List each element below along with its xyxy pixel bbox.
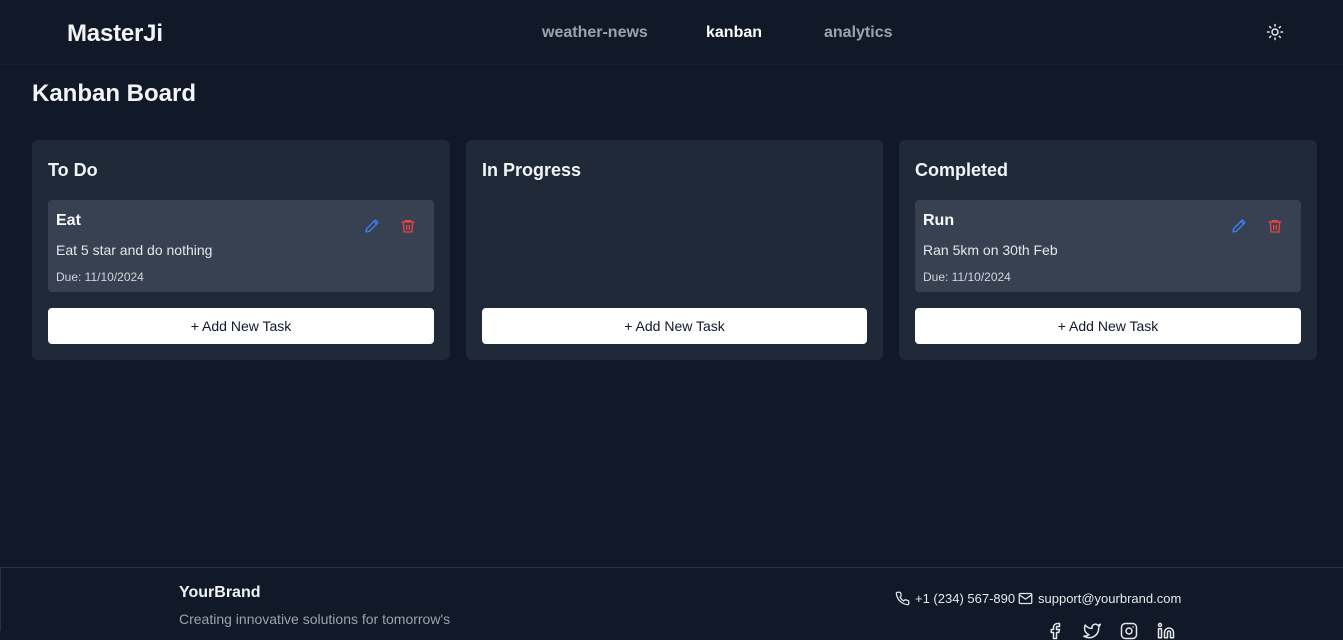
column-completed: Completed Run Ran 5km on 30th Feb Due: 1… (899, 140, 1317, 360)
pencil-icon (1232, 219, 1246, 233)
top-navbar: MasterJi weather-news kanban analytics (0, 0, 1343, 65)
phone-number: +1 (234) 567-890 (915, 591, 1016, 606)
linkedin-icon[interactable] (1157, 622, 1175, 640)
task-due-date: Due: 11/10/2024 (56, 270, 144, 284)
site-footer: YourBrand Creating innovative solutions … (0, 567, 1343, 640)
edit-task-button[interactable] (1229, 216, 1249, 236)
add-task-button[interactable]: + Add New Task (482, 308, 867, 344)
social-links (1046, 622, 1175, 640)
footer-email[interactable]: support@yourbrand.com (1018, 591, 1181, 606)
twitter-icon[interactable] (1083, 622, 1101, 640)
footer-phone[interactable]: +1 (234) 567-890 (895, 591, 1015, 606)
column-todo: To Do Eat Eat 5 star and do nothing Due:… (32, 140, 450, 360)
sun-icon (1266, 23, 1284, 41)
email-address: support@yourbrand.com (1038, 591, 1182, 606)
column-title: In Progress (482, 160, 582, 180)
nav-link-weather-news[interactable]: weather-news (542, 24, 648, 42)
facebook-icon[interactable] (1046, 622, 1064, 640)
main-nav: weather-news kanban analytics (0, 24, 1343, 44)
delete-task-button[interactable] (398, 216, 418, 236)
task-description: Eat 5 star and do nothing (56, 242, 213, 258)
add-task-button[interactable]: + Add New Task (915, 308, 1301, 344)
instagram-icon[interactable] (1120, 622, 1138, 640)
phone-icon (895, 591, 910, 606)
mail-icon (1018, 592, 1033, 605)
task-description: Ran 5km on 30th Feb (923, 242, 1058, 258)
column-in-progress: In Progress + Add New Task (466, 140, 883, 360)
nav-link-kanban[interactable]: kanban (706, 24, 762, 42)
task-title: Eat (56, 212, 81, 229)
edit-task-button[interactable] (362, 216, 382, 236)
theme-toggle-button[interactable] (1264, 21, 1286, 43)
page-title: Kanban Board (32, 80, 197, 107)
column-title: Completed (915, 160, 1009, 180)
task-title: Run (923, 212, 955, 229)
delete-task-button[interactable] (1265, 216, 1285, 236)
task-card[interactable]: Eat Eat 5 star and do nothing Due: 11/10… (48, 200, 434, 292)
task-due-date: Due: 11/10/2024 (923, 270, 1011, 284)
footer-brand: YourBrand (179, 584, 261, 601)
footer-tagline: Creating innovative solutions for tomorr… (179, 611, 451, 627)
column-title: To Do (48, 160, 98, 180)
trash-icon (1268, 220, 1282, 233)
add-task-button[interactable]: + Add New Task (48, 308, 434, 344)
trash-icon (401, 220, 415, 233)
nav-link-analytics[interactable]: analytics (824, 24, 892, 42)
task-card[interactable]: Run Ran 5km on 30th Feb Due: 11/10/2024 (915, 200, 1301, 292)
pencil-icon (365, 219, 379, 233)
